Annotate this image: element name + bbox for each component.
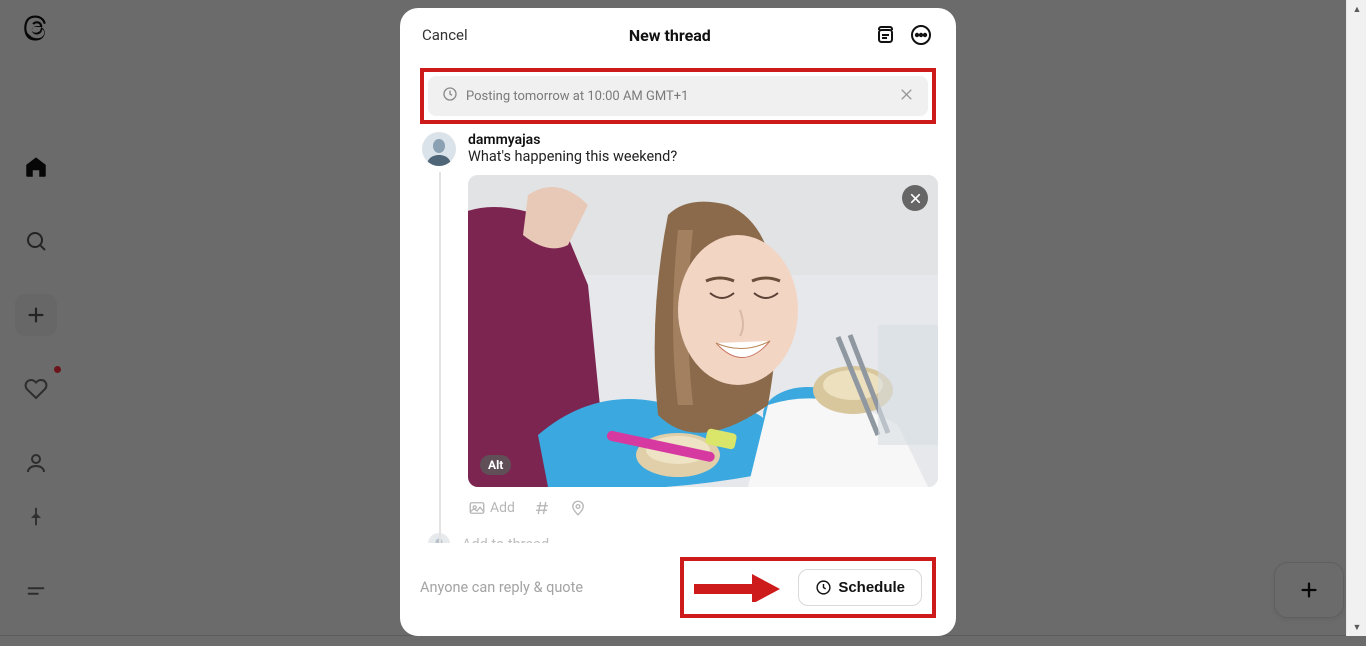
- add-to-thread-label: Add to thread: [462, 536, 549, 544]
- reply-scope-button[interactable]: Anyone can reply & quote: [420, 579, 583, 596]
- username[interactable]: dammyajas: [468, 132, 938, 148]
- scrollbar[interactable]: ▲ ▼: [1346, 0, 1366, 636]
- hashtag-button[interactable]: [533, 499, 551, 517]
- schedule-button-highlight: Schedule: [680, 557, 936, 618]
- new-thread-modal: Cancel New thread Posting tomorrow at 10…: [400, 8, 956, 636]
- attached-photo: [468, 175, 938, 487]
- drafts-icon[interactable]: [872, 22, 898, 48]
- alt-text-button[interactable]: Alt: [480, 455, 511, 475]
- schedule-banner: Posting tomorrow at 10:00 AM GMT+1: [428, 76, 928, 116]
- more-options-icon[interactable]: [908, 22, 934, 48]
- scroll-thumb[interactable]: [1349, 18, 1365, 618]
- arrow-annotation: [694, 574, 780, 602]
- modal-title: New thread: [629, 26, 711, 45]
- schedule-button-label: Schedule: [838, 579, 905, 596]
- clock-icon: [442, 86, 458, 106]
- modal-footer: Anyone can reply & quote Schedule: [400, 543, 956, 636]
- modal-header: Cancel New thread: [400, 8, 956, 62]
- schedule-banner-text: Posting tomorrow at 10:00 AM GMT+1: [466, 89, 688, 104]
- schedule-button[interactable]: Schedule: [798, 569, 922, 606]
- close-banner-icon[interactable]: [899, 87, 914, 106]
- image-attachment: Alt: [468, 175, 938, 487]
- thread-line: [439, 172, 441, 543]
- scroll-up-icon[interactable]: ▲: [1347, 0, 1366, 18]
- user-avatar[interactable]: [422, 132, 456, 166]
- scroll-down-icon[interactable]: ▼: [1347, 618, 1366, 636]
- schedule-banner-highlight: Posting tomorrow at 10:00 AM GMT+1: [420, 68, 936, 124]
- add-label: Add: [490, 500, 515, 516]
- attach-image-button[interactable]: Add: [468, 499, 515, 517]
- cancel-button[interactable]: Cancel: [422, 26, 468, 44]
- post-text[interactable]: What's happening this weekend?: [468, 148, 938, 165]
- add-to-thread-button[interactable]: Add to thread: [422, 533, 934, 543]
- remove-image-button[interactable]: [902, 185, 928, 211]
- location-button[interactable]: [569, 499, 587, 517]
